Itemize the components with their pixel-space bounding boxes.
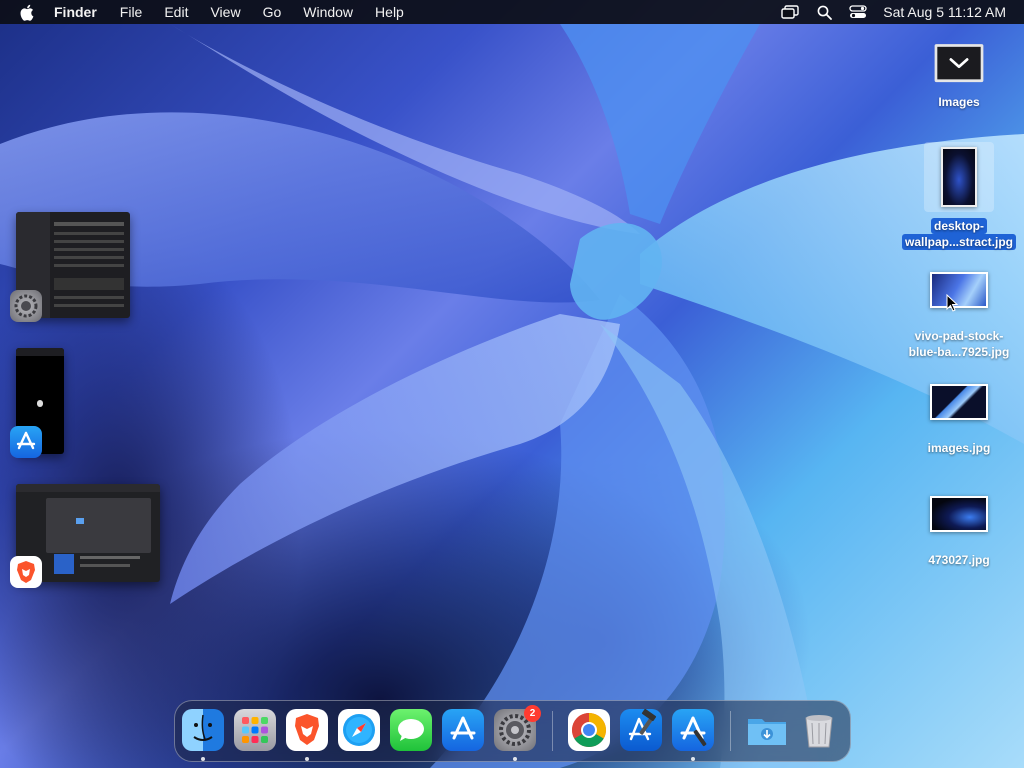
dock-item-xcode[interactable] bbox=[620, 709, 662, 751]
dock-item-trash[interactable] bbox=[798, 709, 840, 751]
search-icon[interactable] bbox=[815, 4, 833, 20]
desktop-icon-images-jpg[interactable]: images.jpg bbox=[894, 382, 1024, 456]
image-thumbnail bbox=[924, 142, 994, 212]
apple-menu-icon[interactable] bbox=[18, 3, 36, 21]
brave-icon bbox=[10, 556, 42, 588]
dock-item-safari[interactable] bbox=[338, 709, 380, 751]
image-thumbnail bbox=[929, 494, 989, 534]
folder-thumbnail bbox=[931, 40, 987, 88]
stage-group-app-store[interactable] bbox=[10, 346, 70, 461]
stage-group-system-settings[interactable] bbox=[10, 210, 135, 325]
mouse-pointer-icon bbox=[946, 294, 958, 312]
dock-separator bbox=[552, 711, 553, 751]
menu-window[interactable]: Window bbox=[303, 4, 353, 20]
desktop-icon-vivo-pad-stock-jpg[interactable]: vivo-pad-stock-blue-ba...7925.jpg bbox=[894, 270, 1024, 360]
dock-item-brave[interactable] bbox=[286, 709, 328, 761]
launchpad-icon bbox=[234, 709, 276, 751]
dock-item-messages[interactable] bbox=[390, 709, 432, 751]
stage-group-brave[interactable] bbox=[10, 482, 165, 592]
brave-icon bbox=[286, 709, 328, 751]
notification-badge: 2 bbox=[524, 705, 541, 722]
desktop-icon-label: vivo-pad-stock-blue-ba...7925.jpg bbox=[908, 329, 1010, 359]
messages-icon bbox=[390, 709, 432, 751]
dock-item-downloads[interactable] bbox=[746, 709, 788, 751]
trash-icon bbox=[798, 709, 840, 751]
desktop-icon-images-folder[interactable]: Images bbox=[894, 40, 1024, 110]
menu-app-name[interactable]: Finder bbox=[54, 4, 97, 20]
dock-item-app-store[interactable] bbox=[442, 709, 484, 751]
screen-mirroring-icon[interactable] bbox=[781, 4, 799, 20]
control-center-icon[interactable] bbox=[849, 4, 867, 20]
chrome-icon bbox=[568, 709, 610, 751]
desktop-icon-desktop-wallpaper-jpg[interactable]: desktop-wallpap...stract.jpg bbox=[894, 142, 1024, 250]
menu-view[interactable]: View bbox=[210, 4, 240, 20]
image-thumbnail bbox=[929, 382, 989, 422]
app-store-icon bbox=[672, 709, 714, 751]
dock-item-app-store-2[interactable] bbox=[672, 709, 714, 761]
menu-file[interactable]: File bbox=[120, 4, 143, 20]
dock-item-chrome[interactable] bbox=[568, 709, 610, 751]
desktop-icon-label: images.jpg bbox=[927, 441, 991, 455]
dock-item-system-settings[interactable]: 2 bbox=[494, 705, 541, 761]
desktop-icon-label: 473027.jpg bbox=[928, 553, 990, 567]
app-store-icon bbox=[10, 426, 42, 458]
menu-edit[interactable]: Edit bbox=[164, 4, 188, 20]
dock-separator bbox=[730, 711, 731, 751]
finder-icon bbox=[182, 709, 224, 751]
menu-help[interactable]: Help bbox=[375, 4, 404, 20]
desktop-icon-label: desktop-wallpap...stract.jpg bbox=[894, 218, 1024, 250]
dock-item-finder[interactable] bbox=[182, 709, 224, 761]
app-store-icon bbox=[442, 709, 484, 751]
menu-clock[interactable]: Sat Aug 5 11:12 AM bbox=[883, 4, 1006, 20]
dock: 2 bbox=[174, 700, 851, 762]
running-indicator bbox=[201, 757, 205, 761]
image-thumbnail bbox=[929, 270, 989, 310]
menu-go[interactable]: Go bbox=[263, 4, 282, 20]
dock-item-launchpad[interactable] bbox=[234, 709, 276, 751]
running-indicator bbox=[691, 757, 695, 761]
downloads-folder-icon bbox=[746, 709, 788, 751]
menu-bar: Finder File Edit View Go Window Help Sat… bbox=[0, 0, 1024, 24]
desktop-icon-473027-jpg[interactable]: 473027.jpg bbox=[894, 494, 1024, 568]
running-indicator bbox=[513, 757, 517, 761]
desktop-icon-label: Images bbox=[938, 95, 980, 109]
xcode-icon bbox=[620, 709, 662, 751]
safari-icon bbox=[338, 709, 380, 751]
running-indicator bbox=[305, 757, 309, 761]
desktop-wallpaper bbox=[0, 24, 1024, 768]
system-settings-icon bbox=[10, 290, 42, 322]
